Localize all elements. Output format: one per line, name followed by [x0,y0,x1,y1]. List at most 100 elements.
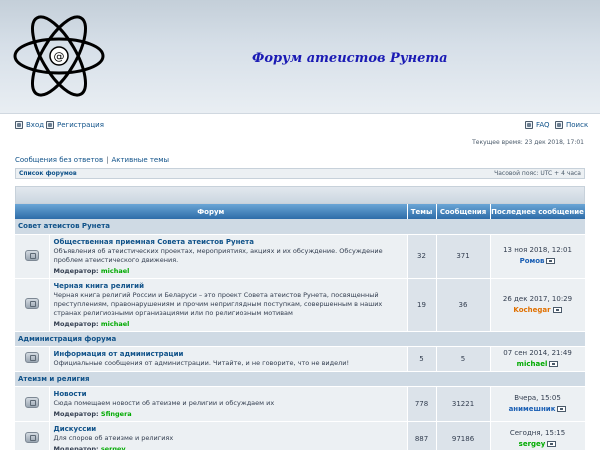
unanswered-posts-link[interactable]: Сообщения без ответов [15,156,103,164]
links-separator: | [106,156,109,164]
active-topics-link[interactable]: Активные темы [111,156,169,164]
last-post-date: 13 ноя 2018, 12:01 [503,246,572,254]
register-link[interactable]: Регистрация [46,121,104,129]
last-post-date: 07 сен 2014, 21:49 [503,348,572,357]
forum-row: Общественная приемная Совета атеистов Ру… [15,234,586,279]
forum-title-link[interactable]: Информация от администрации [54,350,403,358]
category-row: Совет атеистов Рунета [15,219,586,235]
site-title[interactable]: Форум атеистов Рунета [252,51,448,66]
topics-count: 32 [407,234,437,279]
timezone-label: Часовой пояс: UTC + 4 часа [494,170,581,177]
col-posts: Сообщения [436,204,491,219]
moderator-name[interactable]: michael [101,267,130,275]
moderator-name[interactable]: michael [101,320,130,328]
topics-count: 5 [407,346,437,372]
register-label: Регистрация [57,121,104,129]
forum-list-link[interactable]: Список форумов [19,170,77,177]
last-post-date: Сегодня, 15:15 [509,428,566,437]
login-link[interactable]: Вход [15,121,44,129]
forum-folder-icon [24,352,39,363]
search-link[interactable]: Поиск [555,121,588,129]
moderator-line: Модератор: michael [54,267,403,275]
moderator-label: Модератор: [53,409,99,418]
forum-icon-cell [15,386,50,422]
last-post-author[interactable]: Ромов [520,257,545,265]
posts-count: 97186 [436,421,491,450]
forum-title-link[interactable]: Общественная приемная Совета атеистов Ру… [54,238,403,246]
goto-last-post-icon[interactable] [557,405,567,412]
category-title[interactable]: Администрация форума [15,331,586,347]
forum-table: Форум Темы Сообщения Последнее сообщение… [15,204,586,450]
forum-folder-icon [24,298,39,309]
last-post-date: Вчера, 15:05 [514,393,561,402]
forum-info: Дискуссии Для споров об атеизме и религия… [49,421,408,450]
moderator-label: Модератор: [53,266,99,275]
faq-label: FAQ [536,121,550,129]
category-title[interactable]: Атеизм и религия [15,371,586,387]
posts-count: 31221 [436,386,491,422]
faq-icon [525,121,533,129]
posts-count: 5 [436,346,491,372]
forum-info: Новости Сюда помещаем новости об атеизме … [49,386,408,422]
login-label: Вход [26,121,45,129]
last-post-date: 26 дек 2017, 10:29 [502,294,573,303]
category-row: Атеизм и религия [15,371,586,387]
forum-description: Для споров об атеизме и религиях [53,433,174,442]
last-post-cell: 26 дек 2017, 10:29 Kochegar [490,278,586,332]
search-icon [555,121,563,129]
site-header: @ Форум атеистов Рунета [0,0,600,113]
moderator-name[interactable]: Sfingera [101,410,132,418]
forum-icon-cell [15,278,50,332]
goto-last-post-icon[interactable] [552,306,562,313]
col-forum: Форум [15,204,408,219]
moderator-label: Модератор: [53,444,99,450]
quick-links: Сообщения без ответов | Активные темы [15,156,169,164]
login-icon [15,121,23,129]
category-title[interactable]: Совет атеистов Рунета [15,219,586,235]
last-post-author[interactable]: michael [517,360,548,368]
forum-icon-cell [15,234,50,279]
forum-folder-icon [24,249,39,261]
forum-row: Новости Сюда помещаем новости об атеизме … [15,386,586,422]
forum-title-link[interactable]: Черная книга религий [54,282,403,290]
moderator-line: Модератор: sergey [54,445,403,450]
forum-info: Общественная приемная Совета атеистов Ру… [49,234,408,279]
topics-count: 19 [407,278,437,332]
register-icon [46,121,54,129]
goto-last-post-icon[interactable] [547,440,557,447]
posts-count: 36 [436,278,491,332]
moderator-label: Модератор: [53,319,99,328]
last-post-cell: Сегодня, 15:15 sergey [490,421,586,450]
topics-count: 887 [407,421,437,450]
forum-title-link[interactable]: Дискуссии [54,425,403,433]
current-time: Текущее время: 23 дек 2018, 17:01 [472,139,584,146]
category-row: Администрация форума [15,331,586,347]
atom-logo-icon[interactable]: @ [12,4,107,109]
forum-table-body: Совет атеистов Рунета Общественная приемн… [15,219,586,450]
goto-last-post-icon[interactable] [549,360,559,367]
search-label: Поиск [566,121,589,129]
table-header-row: Форум Темы Сообщения Последнее сообщение [15,204,586,219]
last-post-author[interactable]: Kochegar [513,306,550,314]
forum-info: Информация от администрации Официальные с… [49,346,408,372]
forum-icon-cell [15,346,50,372]
table-top-bar [15,186,585,204]
forum-description: Официальные сообщения от администрации. … [53,358,350,367]
last-post-author[interactable]: анимешник [509,405,556,413]
forum-row: Информация от администрации Официальные с… [15,346,586,372]
forum-icon-cell [15,421,50,450]
forum-description: Сюда помещаем новости об атеизме и религ… [53,398,275,407]
last-post-author[interactable]: sergey [519,440,546,448]
forum-title-link[interactable]: Новости [54,390,403,398]
moderator-line: Модератор: Sfingera [54,410,403,418]
forum-row: Черная книга религий Черная книга религий… [15,278,586,332]
forum-info: Черная книга религий Черная книга религий… [49,278,408,332]
faq-link[interactable]: FAQ [525,121,550,129]
svg-text:@: @ [54,50,65,63]
last-post-cell: 13 ноя 2018, 12:01 Ромов [490,234,586,279]
goto-last-post-icon[interactable] [546,258,556,264]
moderator-name[interactable]: sergey [101,445,126,450]
forum-row: Дискуссии Для споров об атеизме и религия… [15,421,586,450]
topics-count: 778 [407,386,437,422]
nav-bar: Вход Регистрация FAQ Поиск [0,113,600,135]
